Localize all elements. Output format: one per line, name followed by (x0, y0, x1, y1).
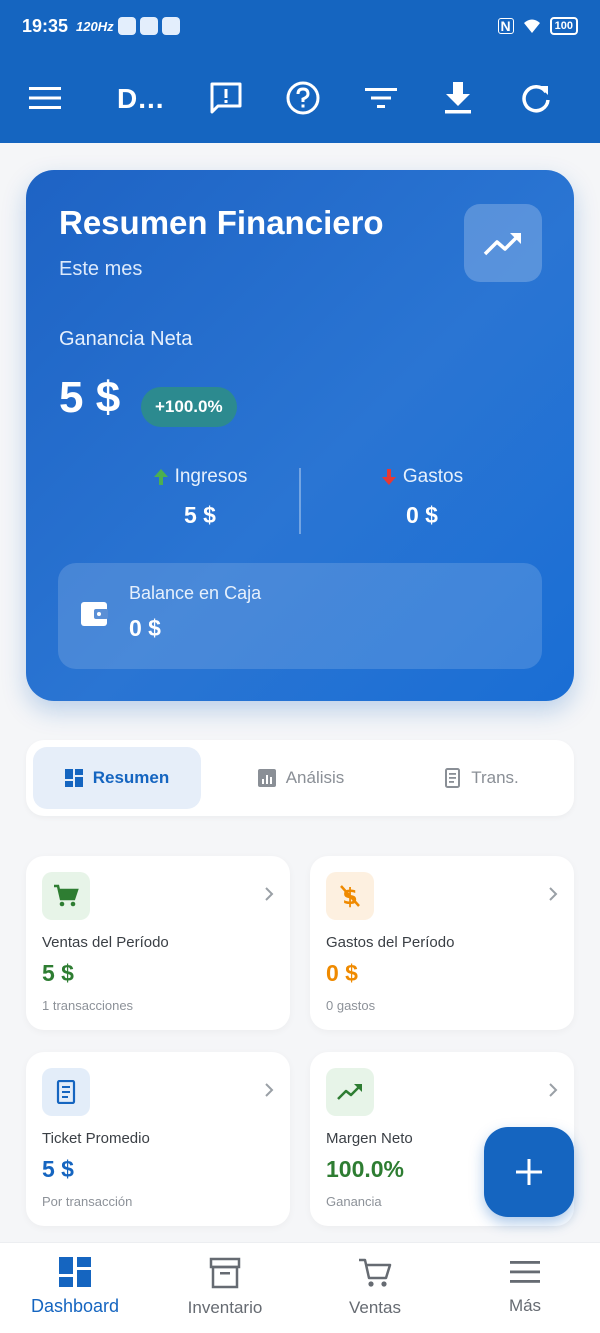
net-profit-value: 5 $ (59, 373, 121, 422)
income-column: Ingresos 5 $ (100, 466, 300, 529)
vpn-icon (117, 17, 136, 35)
wallet-icon (81, 602, 108, 626)
menu-icon (510, 1261, 540, 1283)
tab-label: Análisis (285, 768, 345, 787)
inventory-icon (209, 1257, 241, 1289)
receipt-icon (42, 1068, 90, 1116)
dashboard-icon (64, 769, 83, 787)
stat-note: 1 transacciones (42, 998, 134, 1013)
nav-label: Ventas (349, 1298, 401, 1317)
chevron-right-icon (265, 887, 274, 901)
page-title: D... (117, 83, 165, 114)
cash-balance-box: Balance en Caja 0 $ (58, 563, 542, 669)
financial-summary-card: Resumen Financiero Este mes Ganancia Net… (26, 170, 574, 701)
tab-analisis[interactable]: Análisis (216, 747, 386, 809)
summary-period: Este mes (59, 258, 143, 280)
cart-icon (42, 872, 90, 920)
app-bar: 19:35 120Hz N 100 D... (0, 0, 600, 143)
income-value: 5 $ (184, 502, 216, 528)
nav-inventario[interactable]: Inventario (150, 1257, 300, 1318)
trending-up-icon (464, 204, 542, 282)
dashboard-icon (59, 1257, 91, 1287)
nav-label: Más (508, 1296, 542, 1315)
column-divider (299, 468, 301, 534)
tab-resumen[interactable]: Resumen (33, 747, 201, 809)
stat-label: Ventas del Período (42, 934, 169, 951)
stat-note: Ganancia (326, 1194, 382, 1209)
menu-icon[interactable] (25, 78, 65, 118)
nfc-icon: N (497, 18, 514, 34)
nav-label: Dashboard (30, 1296, 120, 1316)
tab-label: Trans. (471, 768, 519, 787)
help-icon[interactable] (283, 78, 323, 118)
plus-icon (516, 1159, 542, 1185)
stat-card-expenses[interactable]: $ Gastos del Período 0 $ 0 gastos (310, 856, 574, 1030)
tab-label: Resumen (92, 768, 170, 787)
stat-note: 0 gastos (326, 998, 376, 1013)
cart-icon (359, 1258, 392, 1287)
app-icon (161, 17, 180, 35)
nav-mas[interactable]: Más (450, 1257, 600, 1316)
expenses-value: 0 $ (406, 502, 438, 528)
stat-card-sales[interactable]: Ventas del Período 5 $ 1 transacciones (26, 856, 290, 1030)
receipt-icon (445, 768, 461, 788)
toolbar: D... (0, 60, 600, 140)
stat-value: 5 $ (42, 960, 74, 986)
battery-icon: 100 (549, 17, 578, 35)
expenses-column: Gastos 0 $ (322, 466, 522, 529)
nav-ventas[interactable]: Ventas (300, 1257, 450, 1318)
stat-value: 0 $ (326, 960, 358, 986)
add-button[interactable] (484, 1127, 574, 1217)
trending-up-icon (326, 1068, 374, 1116)
stat-label: Margen Neto (326, 1130, 413, 1147)
feedback-icon[interactable] (206, 78, 246, 118)
balance-label: Balance en Caja (129, 583, 262, 603)
status-bar: 19:35 120Hz N 100 (0, 0, 600, 52)
chevron-right-icon (549, 1083, 558, 1097)
arrow-up-icon (153, 469, 168, 485)
balance-value: 0 $ (129, 615, 161, 641)
stat-note: Por transacción (42, 1194, 133, 1209)
stat-label: Gastos del Período (326, 934, 455, 951)
stat-label: Ticket Promedio (42, 1130, 150, 1147)
bottom-navigation: Dashboard Inventario Ventas Más (0, 1242, 600, 1333)
section-tabs: Resumen Análisis Trans. (26, 740, 574, 816)
chevron-right-icon (265, 1083, 274, 1097)
stat-card-avg-ticket[interactable]: Ticket Promedio 5 $ Por transacción (26, 1052, 290, 1226)
refresh-icon[interactable] (516, 78, 556, 118)
summary-title: Resumen Financiero (59, 204, 384, 241)
bar-chart-icon (257, 769, 276, 787)
notification-icon (139, 17, 158, 35)
status-time: 19:35 (22, 15, 69, 36)
expenses-label: Gastos (402, 466, 464, 487)
net-change-badge: +100.0% (141, 387, 237, 427)
income-label: Ingresos (174, 466, 248, 487)
chevron-right-icon (549, 887, 558, 901)
nav-dashboard[interactable]: Dashboard (0, 1257, 150, 1317)
nav-label: Inventario (187, 1298, 263, 1317)
stat-value: 5 $ (42, 1156, 74, 1182)
refresh-rate: 120Hz (76, 18, 114, 34)
stat-value: 100.0% (326, 1156, 405, 1182)
filter-icon[interactable] (361, 78, 401, 118)
money-off-icon: $ (326, 872, 374, 920)
arrow-down-icon (381, 469, 396, 485)
download-icon[interactable] (438, 78, 478, 118)
wifi-icon (523, 19, 540, 33)
net-profit-label: Ganancia Neta (59, 328, 193, 350)
tab-trans[interactable]: Trans. (396, 747, 566, 809)
